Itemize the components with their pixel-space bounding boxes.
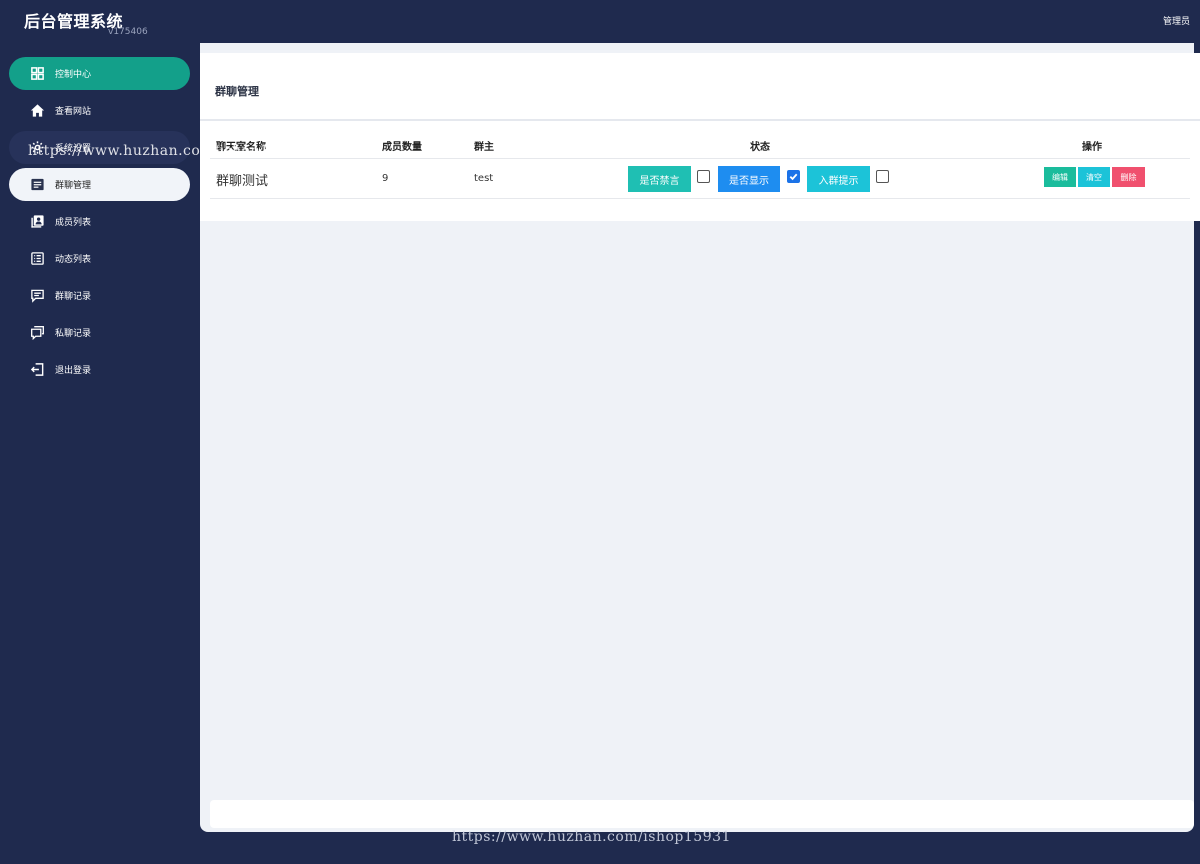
checkmark-icon [789, 173, 798, 181]
mute-toggle-button[interactable]: 是否禁言 [628, 166, 691, 192]
sidebar-item-moments[interactable]: 动态列表 [9, 242, 190, 275]
user-menu[interactable]: 管理员 [1163, 14, 1190, 27]
edit-button[interactable]: 编辑 [1044, 167, 1076, 187]
group-owner: test [474, 173, 494, 184]
chat-room-name: 群聊测试 [216, 174, 269, 189]
row-divider [210, 198, 1190, 199]
footer-bar [210, 800, 1194, 828]
sidebar-item-label: 成员列表 [55, 218, 92, 228]
column-header-owner: 群主 [474, 142, 494, 153]
column-header-status: 状态 [750, 142, 770, 153]
main-content: 群聊管理 聊天室名称 成员数量 群主 状态 操作 群聊测试 9 test 是否禁… [200, 43, 1200, 832]
sidebar-item-label: 群聊记录 [55, 292, 92, 302]
sidebar-item-private-chat-log[interactable]: 私聊记录 [9, 316, 190, 349]
list-box-icon [29, 251, 45, 267]
dashboard-grid-icon [29, 66, 45, 82]
sidebar-item-label: 动态列表 [55, 255, 92, 265]
chat-bubble-icon [29, 288, 45, 304]
column-header-members: 成员数量 [382, 142, 422, 153]
contacts-icon [29, 214, 45, 230]
page-title: 群聊管理 [215, 85, 259, 98]
sidebar-item-view-site[interactable]: 查看网站 [9, 94, 190, 127]
divider [200, 119, 1200, 121]
watermark-text: https://www.huzhan.com/ishop15931 [452, 829, 731, 845]
join-notice-checkbox[interactable] [876, 170, 889, 183]
join-notice-toggle-button[interactable]: 入群提示 [807, 166, 870, 192]
home-icon [29, 103, 45, 119]
sidebar-item-group-chat-manage[interactable]: 群聊管理 [9, 168, 190, 201]
visible-checkbox[interactable] [787, 170, 800, 183]
sidebar-item-dashboard[interactable]: 控制中心 [9, 57, 190, 90]
admin-app: 后台管理系统 v175406 管理员 控制中心 查看网站 系统设置 群聊管理 成… [0, 0, 1200, 864]
watermark-text: https://www.huzhan.com/ishop15931 [28, 143, 307, 159]
sidebar-item-members[interactable]: 成员列表 [9, 205, 190, 238]
clear-button[interactable]: 清空 [1078, 167, 1110, 187]
sidebar-item-label: 私聊记录 [55, 329, 92, 339]
column-header-actions: 操作 [1082, 142, 1102, 153]
sidebar-item-label: 控制中心 [55, 70, 92, 80]
member-count: 9 [382, 173, 389, 184]
message-list-icon [29, 177, 45, 193]
sidebar-item-label: 退出登录 [55, 366, 92, 376]
mute-checkbox[interactable] [697, 170, 710, 183]
header-row-divider [210, 158, 1190, 159]
sidebar-item-group-chat-log[interactable]: 群聊记录 [9, 279, 190, 312]
sidebar-item-label: 群聊管理 [55, 181, 92, 191]
delete-button[interactable]: 删除 [1112, 167, 1145, 187]
app-version: v175406 [108, 27, 148, 37]
top-bar: 后台管理系统 v175406 管理员 [0, 0, 1200, 43]
sidebar-item-logout[interactable]: 退出登录 [9, 353, 190, 386]
sidebar-item-label: 查看网站 [55, 107, 92, 117]
chat-bubbles-icon [29, 325, 45, 341]
logout-icon [29, 362, 45, 378]
visible-toggle-button[interactable]: 是否显示 [718, 166, 780, 192]
sidebar: 控制中心 查看网站 系统设置 群聊管理 成员列表 动态列表 群聊记录 私聊记录 … [0, 43, 200, 864]
group-chat-card: 群聊管理 聊天室名称 成员数量 群主 状态 操作 群聊测试 9 test 是否禁… [200, 53, 1200, 221]
